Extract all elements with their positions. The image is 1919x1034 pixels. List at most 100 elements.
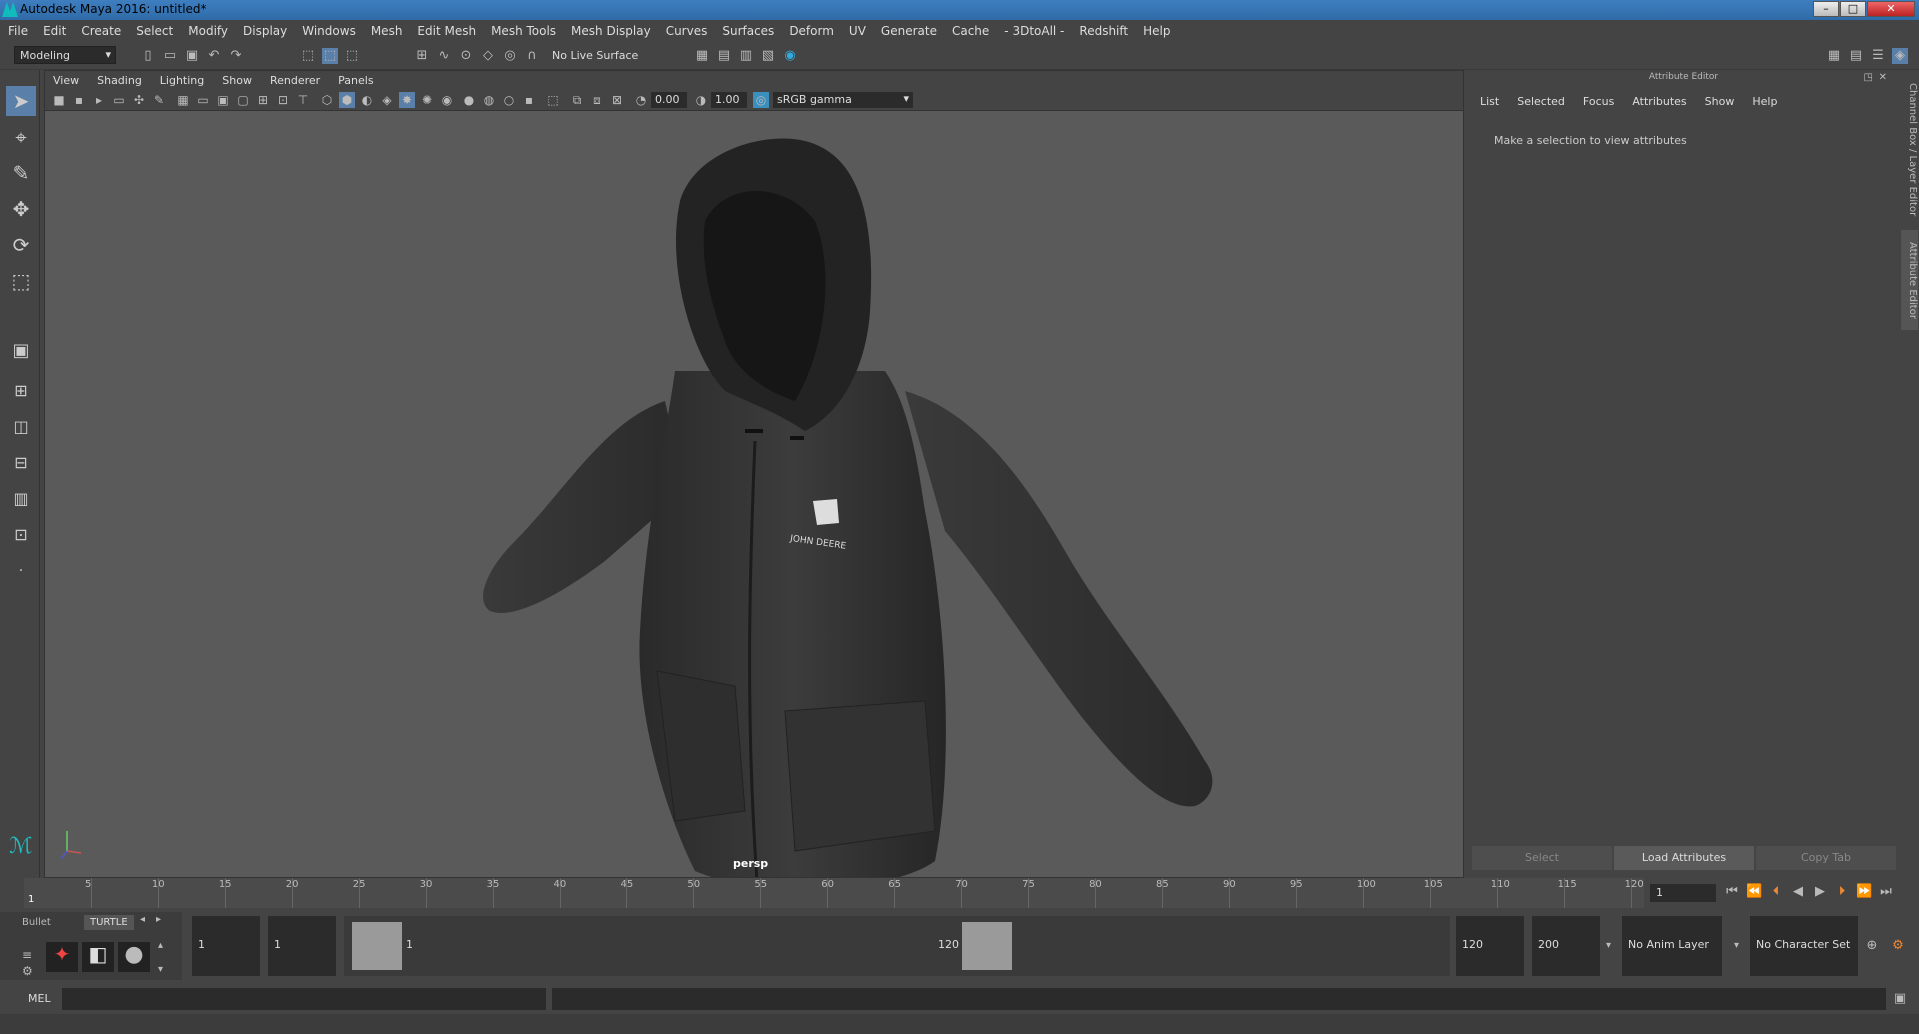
two-pane-layout-icon[interactable]: ◫ xyxy=(6,412,36,442)
film-gate-icon[interactable]: ▭ xyxy=(195,92,211,108)
shadows-icon[interactable]: ✺ xyxy=(419,92,435,108)
open-scene-icon[interactable]: ▭ xyxy=(162,48,178,64)
menu-help[interactable]: Help xyxy=(1143,24,1170,38)
menu-curves[interactable]: Curves xyxy=(666,24,708,38)
color-management-icon[interactable]: ◎ xyxy=(753,92,769,108)
step-forward-frame-icon[interactable]: ⏩ xyxy=(1856,884,1872,900)
chevron-down-icon[interactable]: ▾ xyxy=(1734,940,1739,951)
wireframe-icon[interactable]: ⬡ xyxy=(319,92,335,108)
snap-live-icon[interactable]: ◎ xyxy=(502,48,518,64)
menu-uv[interactable]: UV xyxy=(849,24,866,38)
snap-curve-icon[interactable]: ∿ xyxy=(436,48,452,64)
maximize-button[interactable]: □ xyxy=(1840,1,1866,17)
move-tool-icon[interactable]: ✥ xyxy=(6,194,36,224)
grease-pencil-icon[interactable]: ✎ xyxy=(151,92,167,108)
character-set-dropdown[interactable]: No Character Set xyxy=(1750,916,1858,976)
toggle-panels-icon[interactable]: ▤ xyxy=(1848,48,1864,64)
load-attributes-button[interactable]: Load Attributes xyxy=(1614,846,1754,870)
field-chart-icon[interactable]: ⊞ xyxy=(255,92,271,108)
shelf-tab-bullet[interactable]: Bullet xyxy=(22,917,51,928)
menu-mesh[interactable]: Mesh xyxy=(371,24,403,38)
bookmark-icon[interactable]: ▸ xyxy=(91,92,107,108)
backface-icon[interactable]: ⊠ xyxy=(609,92,625,108)
outliner-icon[interactable]: ☰ xyxy=(1870,48,1886,64)
scale-tool-icon[interactable]: ⬚ xyxy=(6,266,36,296)
single-pane-layout-icon[interactable]: ▣ xyxy=(6,336,36,366)
redo-icon[interactable]: ↷ xyxy=(228,48,244,64)
two-d-pan-icon[interactable]: ✣ xyxy=(131,92,147,108)
grid-icon[interactable]: ▦ xyxy=(175,92,191,108)
menu-redshift[interactable]: Redshift xyxy=(1079,24,1128,38)
shelf-up-icon[interactable]: ▴ xyxy=(158,940,163,951)
image-plane-icon[interactable]: ▭ xyxy=(111,92,127,108)
anim-layer-dropdown[interactable]: No Anim Layer xyxy=(1622,916,1722,976)
tab-attribute-editor[interactable]: Attribute Editor xyxy=(1901,230,1918,330)
command-input[interactable] xyxy=(62,988,546,1010)
magnet-icon[interactable]: ∩ xyxy=(524,48,540,64)
menu-deform[interactable]: Deform xyxy=(789,24,834,38)
attr-menu-selected[interactable]: Selected xyxy=(1517,95,1565,108)
menu-set-dropdown[interactable]: Modeling ▾ xyxy=(14,46,116,64)
menu-mesh-tools[interactable]: Mesh Tools xyxy=(491,24,556,38)
shelf-scroll-right-icon[interactable]: ▸ xyxy=(156,914,161,925)
attr-menu-attributes[interactable]: Attributes xyxy=(1632,95,1686,108)
new-scene-icon[interactable]: ▯ xyxy=(140,48,156,64)
menu-file[interactable]: File xyxy=(8,24,28,38)
menu-edit[interactable]: Edit xyxy=(43,24,66,38)
jacket-model[interactable]: JOHN DEERE xyxy=(45,111,1463,877)
graph-editor-layout-icon[interactable]: ⊡ xyxy=(6,520,36,550)
ipr-render-icon[interactable]: ▥ xyxy=(738,48,754,64)
exposure-icon[interactable]: ◔ xyxy=(633,92,649,108)
xray-joints-icon[interactable]: ⧉ xyxy=(569,92,585,108)
render-settings-icon[interactable]: ▧ xyxy=(760,48,776,64)
menu-windows[interactable]: Windows xyxy=(302,24,356,38)
play-backward-icon[interactable]: ◀ xyxy=(1790,884,1806,900)
menu-select[interactable]: Select xyxy=(136,24,173,38)
shelf-turtle-bake-icon[interactable]: ◧ xyxy=(82,942,114,972)
time-slider[interactable]: 1 5 10 15 20 25 30 35 40 45 50 55 60 65 70 75 80 85 90 95 1… xyxy=(0,878,1919,910)
attribute-editor-toggle-icon[interactable]: ◈ xyxy=(1892,48,1908,64)
undo-icon[interactable]: ↶ xyxy=(206,48,222,64)
exposure-field[interactable]: 0.00 xyxy=(651,92,687,108)
range-start-handle[interactable] xyxy=(352,922,402,970)
render-frame-icon[interactable]: ▤ xyxy=(716,48,732,64)
shelf-scroll-left-icon[interactable]: ◂ xyxy=(140,914,145,925)
attr-menu-focus[interactable]: Focus xyxy=(1583,95,1614,108)
range-end-handle[interactable] xyxy=(962,922,1012,970)
rotate-tool-icon[interactable]: ⟳ xyxy=(6,230,36,260)
menu-edit-mesh[interactable]: Edit Mesh xyxy=(417,24,476,38)
step-back-frame-icon[interactable]: ⏪ xyxy=(1746,884,1762,900)
viewport-menu-lighting[interactable]: Lighting xyxy=(160,74,204,87)
isolate-select-icon[interactable]: ▪ xyxy=(521,92,537,108)
custom-layout-icon[interactable]: · xyxy=(6,556,36,586)
select-component-icon[interactable]: ⬚ xyxy=(344,48,360,64)
menu-cache[interactable]: Cache xyxy=(952,24,989,38)
workspace-icon[interactable]: ▦ xyxy=(1826,48,1842,64)
step-forward-key-icon[interactable]: ⏵ xyxy=(1834,884,1850,900)
step-back-key-icon[interactable]: ⏴ xyxy=(1768,884,1784,900)
close-panel-icon[interactable]: ✕ xyxy=(1879,72,1887,83)
default-lighting-icon[interactable]: ✸ xyxy=(399,92,415,108)
go-to-end-icon[interactable]: ⏭ xyxy=(1878,884,1894,900)
attr-menu-help[interactable]: Help xyxy=(1752,95,1777,108)
gamma-icon[interactable]: ◑ xyxy=(693,92,709,108)
command-language-label[interactable]: MEL xyxy=(28,992,51,1005)
select-hierarchy-icon[interactable]: ⬚ xyxy=(300,48,316,64)
shelf-fire-icon[interactable]: ✦ xyxy=(46,942,78,972)
menu-modify[interactable]: Modify xyxy=(188,24,228,38)
depth-of-field-icon[interactable]: ○ xyxy=(501,92,517,108)
camera-icon[interactable]: ■ xyxy=(51,92,67,108)
viewport-menu-shading[interactable]: Shading xyxy=(97,74,142,87)
snap-view-plane-icon[interactable]: ◇ xyxy=(480,48,496,64)
float-panel-icon[interactable]: ◳ xyxy=(1864,72,1873,83)
color-space-dropdown[interactable]: sRGB gamma ▾ xyxy=(773,92,913,108)
menu-display[interactable]: Display xyxy=(243,24,287,38)
select-tool-icon[interactable]: ➤ xyxy=(6,86,36,116)
close-button[interactable]: ✕ xyxy=(1867,1,1915,17)
playback-end-field[interactable]: 120 xyxy=(1456,916,1524,976)
safe-action-icon[interactable]: ⊡ xyxy=(275,92,291,108)
viewport-menu-panels[interactable]: Panels xyxy=(338,74,373,87)
persp-outliner-layout-icon[interactable]: ▥ xyxy=(6,484,36,514)
gamma-field[interactable]: 1.00 xyxy=(711,92,747,108)
playback-start-field[interactable]: 1 xyxy=(268,916,336,976)
